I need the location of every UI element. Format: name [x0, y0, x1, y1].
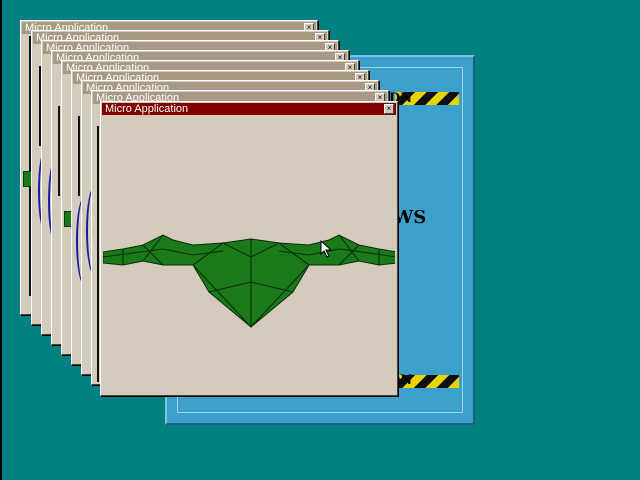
content-line — [97, 126, 99, 382]
close-button[interactable]: × — [384, 104, 394, 114]
desktop[interactable]: DN WS DN Micro Application × Micro Applic… — [0, 0, 640, 480]
arrow-cursor-icon — [320, 240, 333, 258]
window-title: Micro Application — [105, 103, 189, 115]
window-client[interactable] — [103, 117, 395, 393]
content-line — [78, 116, 80, 196]
screen-edge — [0, 0, 2, 480]
app-window-active[interactable]: Micro Application × — [100, 101, 398, 396]
content-line — [58, 106, 60, 196]
green-wireframe-mesh-icon — [103, 234, 395, 328]
window-titlebar[interactable]: Micro Application × — [102, 103, 396, 115]
